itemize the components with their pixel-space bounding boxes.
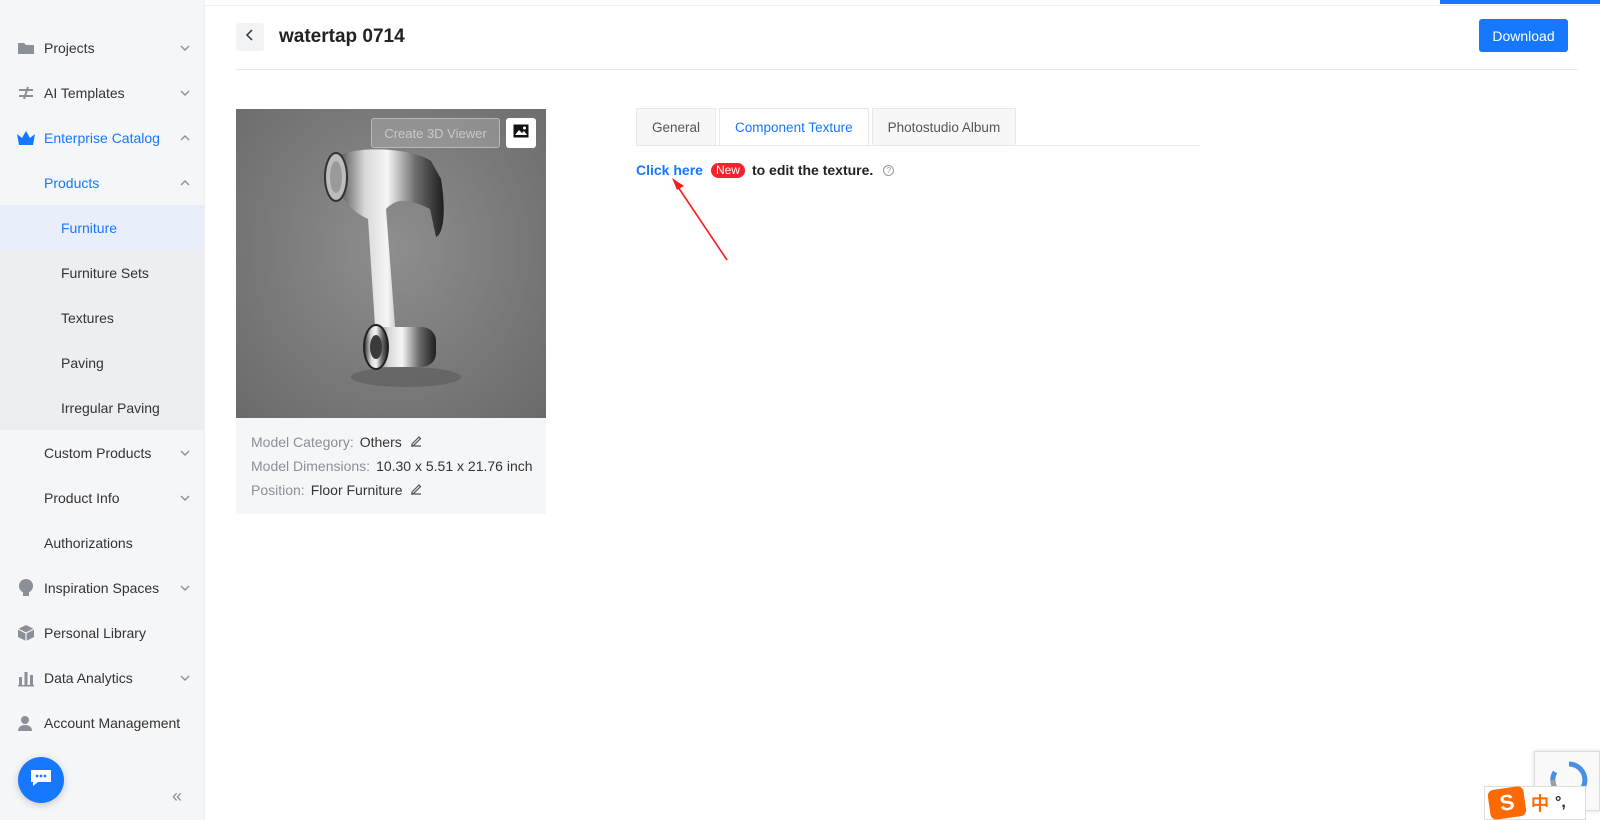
chevron-down-icon (180, 448, 190, 458)
sidebar-item-data-analytics[interactable]: Data Analytics (0, 655, 204, 700)
sidebar-item-inspiration-spaces[interactable]: Inspiration Spaces (0, 565, 204, 610)
sidebar-item-irregular-paving[interactable]: Irregular Paving (0, 385, 204, 430)
edit-texture-prompt: Click here New to edit the texture. ? (636, 162, 895, 178)
chevron-up-icon (180, 133, 190, 143)
meta-key: Model Category: (251, 434, 354, 450)
chevron-down-icon (180, 673, 190, 683)
detail-tabs: General Component Texture Photostudio Al… (636, 108, 1019, 146)
sidebar-item-product-info[interactable]: Product Info (0, 475, 204, 520)
sidebar-item-projects[interactable]: Projects (0, 25, 204, 70)
bar-chart-icon (16, 668, 36, 688)
sidebar-item-ai-templates[interactable]: AI Templates (0, 70, 204, 115)
ime-toolbar[interactable]: S 中 °, (1484, 785, 1586, 820)
sidebar-item-label: Account Management (44, 714, 181, 731)
sidebar-item-label: AI Templates (44, 84, 125, 101)
top-progress-line (205, 0, 1600, 6)
sidebar-item-label: Authorizations (44, 534, 133, 551)
click-here-link[interactable]: Click here (636, 162, 703, 178)
product-image: Create 3D Viewer (236, 109, 546, 418)
watertap-render (324, 149, 461, 387)
download-button[interactable]: Download (1479, 19, 1568, 52)
user-icon (16, 713, 36, 733)
sogou-logo-icon: S (1487, 785, 1527, 820)
lightbulb-icon (16, 578, 36, 598)
sidebar-nav: Projects AI Templates Enterprise Catalog… (0, 0, 204, 745)
edit-icon[interactable] (410, 435, 422, 450)
tab-component-texture[interactable]: Component Texture (719, 108, 869, 146)
sidebar-item-label: Textures (61, 309, 114, 326)
sidebar-item-label: Personal Library (44, 624, 146, 641)
sidebar-item-label: Irregular Paving (61, 399, 160, 416)
annotation-arrow (672, 178, 728, 261)
ime-language-toggle[interactable]: 中 (1531, 790, 1549, 816)
sidebar-item-label: Product Info (44, 489, 120, 506)
sidebar-item-personal-library[interactable]: Personal Library (0, 610, 204, 655)
chat-icon (29, 768, 53, 793)
sidebar-item-label: Furniture Sets (61, 264, 149, 281)
ime-punctuation-toggle[interactable]: °, (1555, 794, 1566, 812)
sidebar-item-label: Data Analytics (44, 669, 133, 686)
header-divider (236, 69, 1578, 70)
chat-support-button[interactable] (18, 757, 64, 803)
sidebar-item-textures[interactable]: Textures (0, 295, 204, 340)
back-button[interactable] (236, 23, 264, 51)
product-card: Create 3D Viewer Model Category: Others M… (236, 109, 546, 514)
crown-icon (16, 128, 36, 148)
meta-key: Position: (251, 482, 305, 498)
sidebar-item-custom-products[interactable]: Custom Products (0, 430, 204, 475)
sidebar-item-furniture[interactable]: Furniture (0, 205, 204, 250)
collapse-sidebar-icon[interactable]: « (172, 786, 182, 807)
sidebar-item-authorizations[interactable]: Authorizations (0, 520, 204, 565)
sidebar-item-furniture-sets[interactable]: Furniture Sets (0, 250, 204, 295)
sidebar-item-label: Inspiration Spaces (44, 579, 160, 596)
new-badge: New (710, 162, 745, 178)
sidebar-item-label: Custom Products (44, 444, 152, 461)
folder-icon (16, 38, 36, 58)
tab-general[interactable]: General (636, 108, 717, 146)
box-icon (16, 623, 36, 643)
tab-divider (636, 145, 1200, 146)
sidebar-item-label: Projects (44, 39, 95, 56)
meta-value: Floor Furniture (310, 482, 403, 498)
image-icon (513, 124, 529, 143)
chevron-down-icon (180, 43, 190, 53)
products-submenu: Furniture Furniture Sets Textures Paving… (0, 205, 204, 430)
sidebar-item-label: Products (44, 174, 100, 191)
image-toggle-button[interactable] (506, 118, 536, 148)
sidebar-item-label: Paving (61, 354, 104, 371)
edit-icon[interactable] (410, 483, 422, 498)
meta-model-dimensions: Model Dimensions: 10.30 x 5.51 x 21.76 in… (251, 458, 533, 474)
meta-value: Others (359, 434, 402, 450)
help-icon[interactable]: ? (883, 164, 895, 176)
meta-value: 10.30 x 5.51 x 21.76 inch (376, 458, 533, 474)
chevron-down-icon (180, 88, 190, 98)
sidebar-item-account-management[interactable]: Account Management (0, 700, 204, 745)
meta-model-category: Model Category: Others (251, 434, 422, 450)
sidebar-item-enterprise-catalog[interactable]: Enterprise Catalog (0, 115, 204, 160)
create-3d-viewer-button[interactable]: Create 3D Viewer (371, 118, 500, 148)
ai-templates-icon (16, 83, 36, 103)
sidebar: Projects AI Templates Enterprise Catalog… (0, 0, 205, 820)
page-title: watertap 0714 (279, 26, 405, 47)
top-progress-accent (1440, 0, 1600, 4)
tab-photostudio-album[interactable]: Photostudio Album (871, 108, 1017, 146)
sidebar-item-products[interactable]: Products (0, 160, 204, 205)
chevron-down-icon (180, 493, 190, 503)
edit-texture-text: to edit the texture. (751, 162, 874, 178)
meta-position: Position: Floor Furniture (251, 482, 422, 498)
chevron-up-icon (180, 178, 190, 188)
sidebar-item-label: Furniture (61, 219, 118, 236)
chevron-left-icon (245, 28, 255, 46)
chevron-down-icon (180, 583, 190, 593)
sidebar-item-label: Enterprise Catalog (44, 129, 160, 146)
meta-key: Model Dimensions: (251, 458, 371, 474)
sidebar-item-paving[interactable]: Paving (0, 340, 204, 385)
